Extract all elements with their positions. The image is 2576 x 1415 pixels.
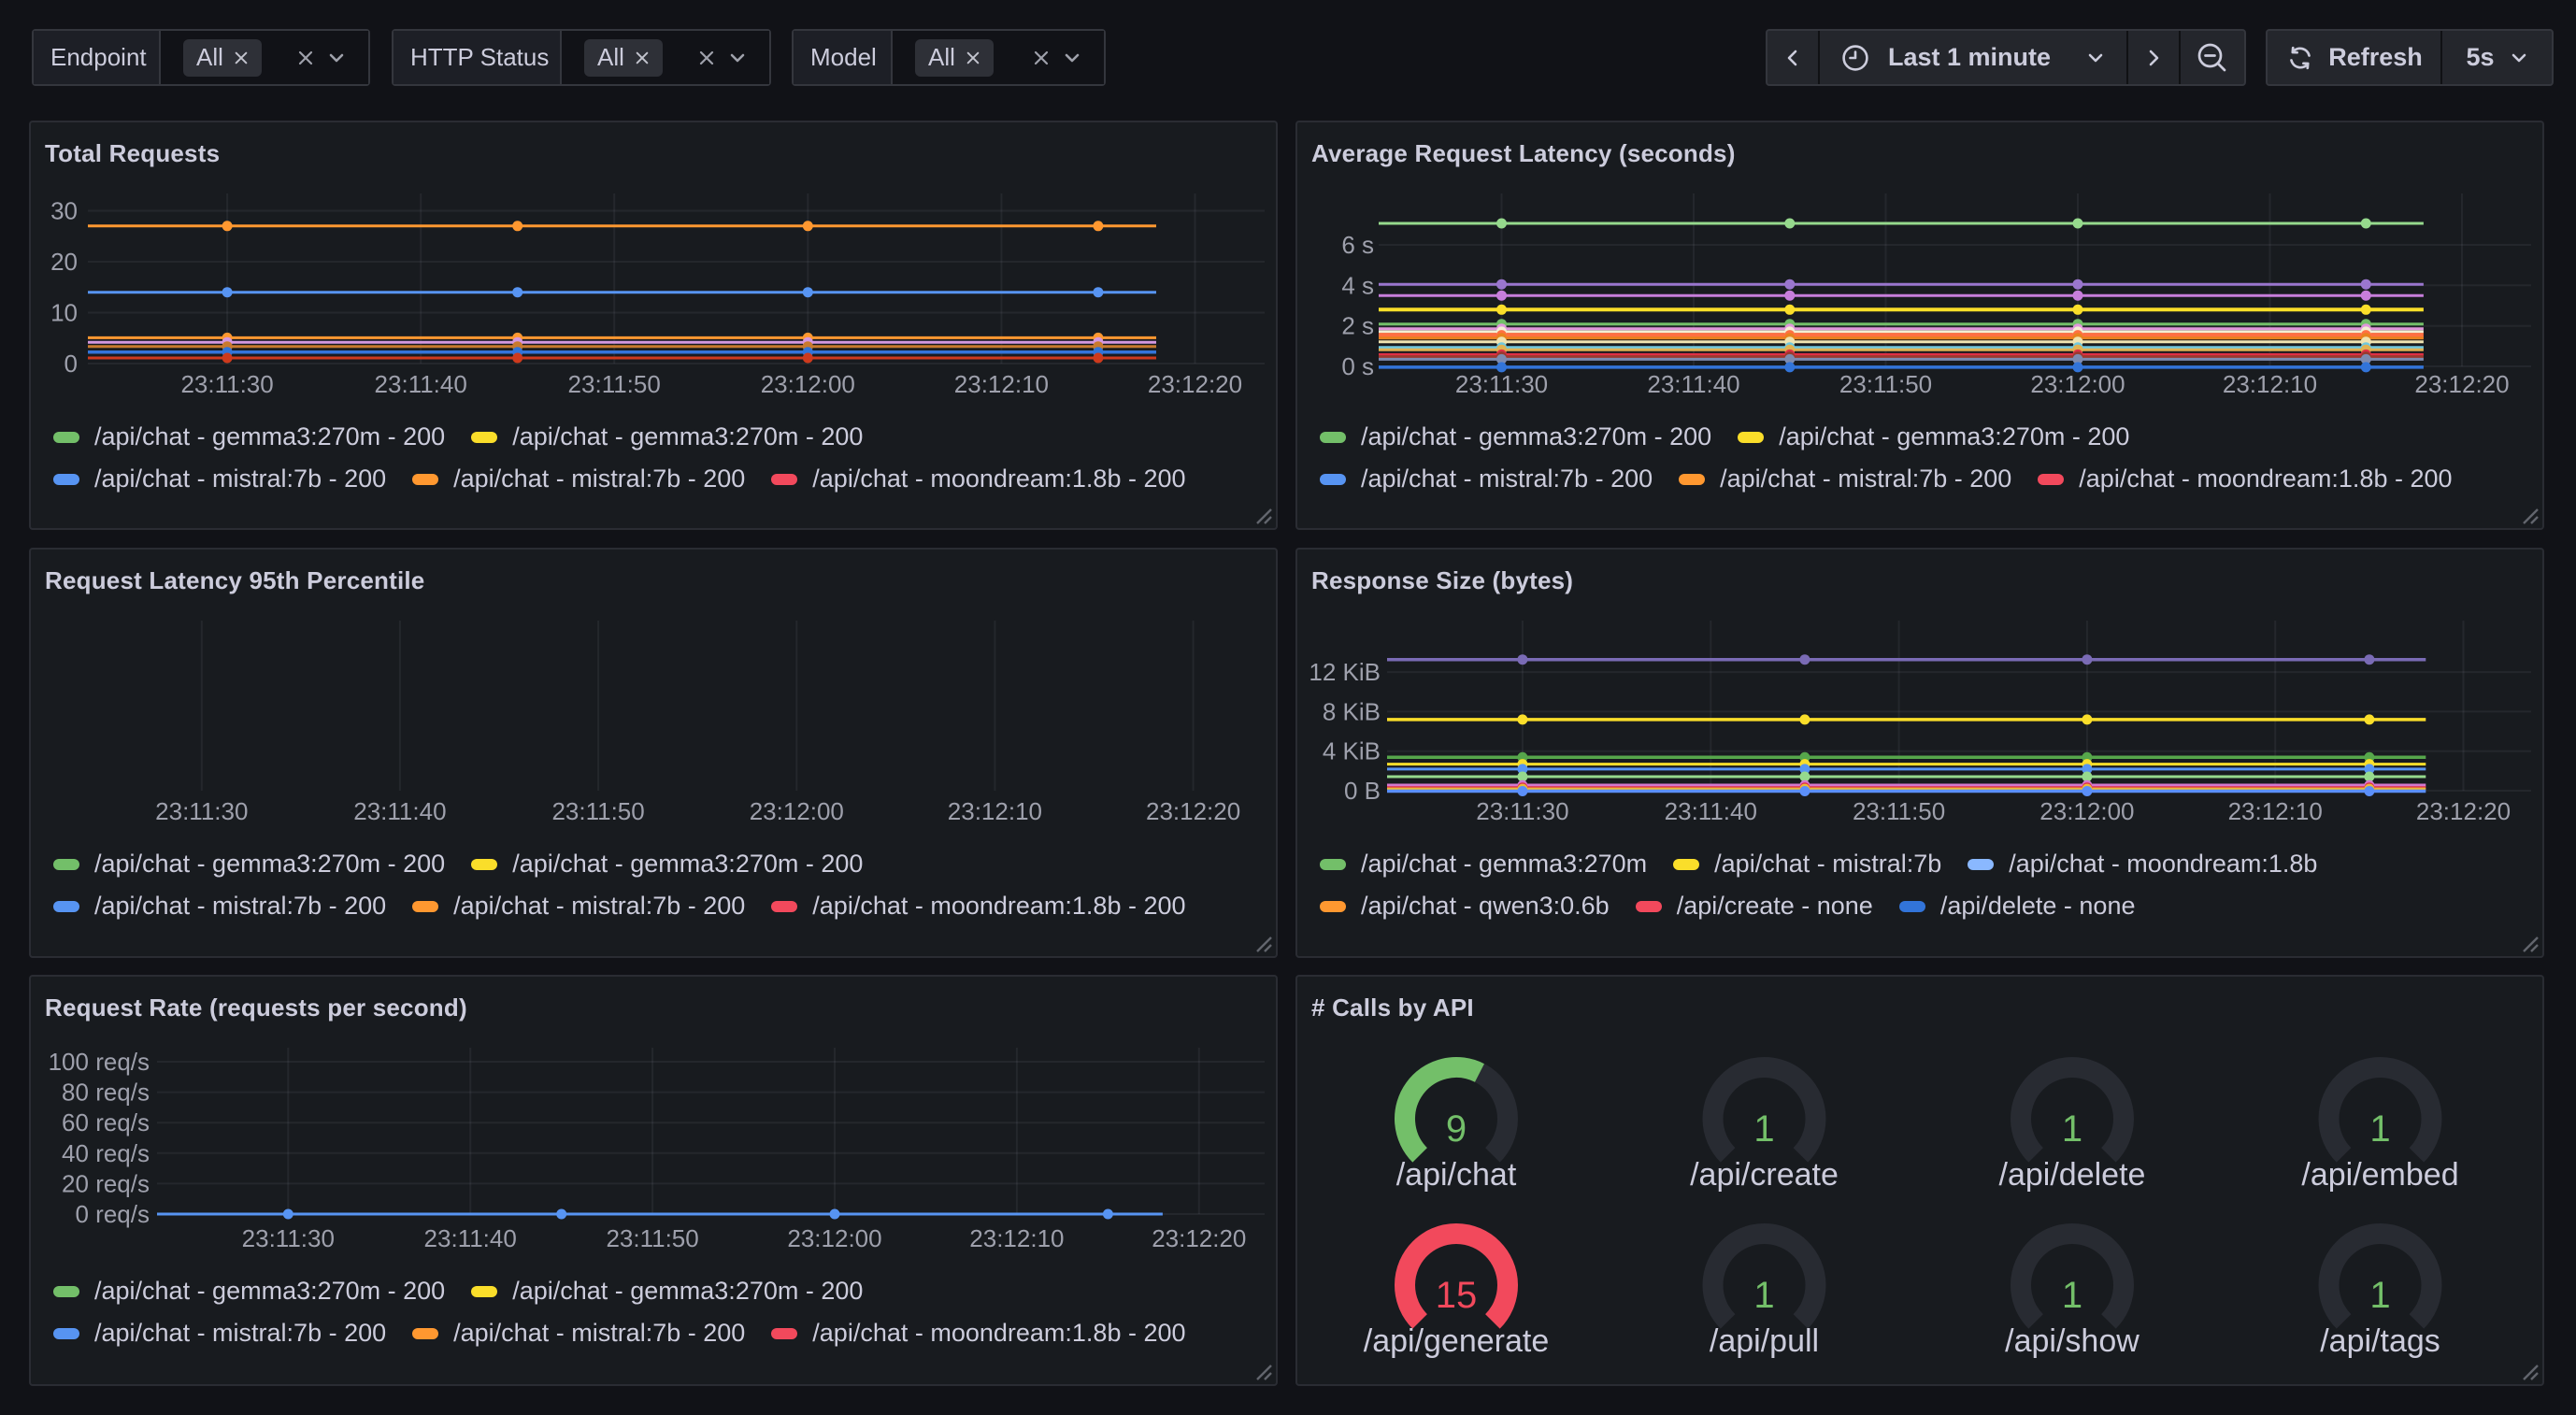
svg-text:23:11:50: 23:11:50 xyxy=(568,370,661,398)
svg-text:20 req/s: 20 req/s xyxy=(62,1169,150,1197)
svg-text:/api/show: /api/show xyxy=(2005,1323,2140,1359)
svg-text:23:11:30: 23:11:30 xyxy=(1455,370,1548,398)
svg-text:60 req/s: 60 req/s xyxy=(62,1108,150,1136)
svg-text:/api/chat: /api/chat xyxy=(1396,1157,1517,1193)
svg-text:6 s: 6 s xyxy=(1341,231,1374,259)
svg-text:23:11:30: 23:11:30 xyxy=(242,1224,335,1252)
svg-text:12 KiB: 12 KiB xyxy=(1309,658,1381,686)
svg-text:23:11:40: 23:11:40 xyxy=(1665,797,1757,825)
svg-text:23:11:40: 23:11:40 xyxy=(1647,370,1739,398)
svg-text:0 s: 0 s xyxy=(1341,352,1374,380)
svg-text:/api/delete: /api/delete xyxy=(1999,1157,2146,1193)
svg-text:23:12:20: 23:12:20 xyxy=(1152,1224,1246,1252)
svg-text:0 B: 0 B xyxy=(1344,777,1381,805)
svg-text:23:12:20: 23:12:20 xyxy=(2414,370,2509,398)
svg-text:1: 1 xyxy=(2062,1275,2082,1316)
svg-text:40 req/s: 40 req/s xyxy=(62,1139,150,1167)
svg-text:/api/create: /api/create xyxy=(1690,1157,1839,1193)
svg-text:23:11:40: 23:11:40 xyxy=(375,370,467,398)
svg-text:15: 15 xyxy=(1436,1275,1478,1316)
svg-text:1: 1 xyxy=(1753,1275,1774,1316)
svg-text:10: 10 xyxy=(50,299,78,327)
svg-text:23:12:00: 23:12:00 xyxy=(787,1224,881,1252)
svg-text:2 s: 2 s xyxy=(1341,312,1374,340)
svg-text:23:12:00: 23:12:00 xyxy=(2030,370,2125,398)
svg-text:23:11:50: 23:11:50 xyxy=(1853,797,1945,825)
svg-text:23:11:30: 23:11:30 xyxy=(180,370,273,398)
svg-text:100 req/s: 100 req/s xyxy=(49,1048,150,1076)
svg-text:4 KiB: 4 KiB xyxy=(1323,737,1381,765)
svg-text:23:11:40: 23:11:40 xyxy=(353,797,446,825)
svg-text:4 s: 4 s xyxy=(1341,271,1374,299)
svg-text:23:12:00: 23:12:00 xyxy=(750,797,844,825)
svg-text:23:11:50: 23:11:50 xyxy=(606,1224,698,1252)
svg-text:23:12:10: 23:12:10 xyxy=(2223,370,2317,398)
svg-text:/api/generate: /api/generate xyxy=(1364,1323,1550,1359)
svg-text:23:12:10: 23:12:10 xyxy=(969,1224,1064,1252)
svg-text:23:11:50: 23:11:50 xyxy=(551,797,644,825)
svg-text:1: 1 xyxy=(1753,1108,1774,1150)
svg-text:23:12:20: 23:12:20 xyxy=(1148,370,1242,398)
svg-text:/api/pull: /api/pull xyxy=(1710,1323,1819,1359)
svg-text:23:12:00: 23:12:00 xyxy=(2039,797,2134,825)
svg-text:0 req/s: 0 req/s xyxy=(76,1200,150,1228)
svg-text:1: 1 xyxy=(2369,1108,2390,1150)
svg-text:/api/tags: /api/tags xyxy=(2320,1323,2440,1359)
svg-text:23:12:00: 23:12:00 xyxy=(761,370,855,398)
svg-text:23:11:30: 23:11:30 xyxy=(1476,797,1568,825)
svg-text:23:12:20: 23:12:20 xyxy=(2416,797,2511,825)
svg-text:23:11:50: 23:11:50 xyxy=(1839,370,1932,398)
svg-text:1: 1 xyxy=(2369,1275,2390,1316)
svg-text:1: 1 xyxy=(2062,1108,2082,1150)
svg-text:23:11:40: 23:11:40 xyxy=(424,1224,517,1252)
svg-text:20: 20 xyxy=(50,248,78,276)
svg-text:23:12:10: 23:12:10 xyxy=(2228,797,2323,825)
svg-text:80 req/s: 80 req/s xyxy=(62,1079,150,1107)
svg-text:0: 0 xyxy=(64,350,78,378)
svg-text:30: 30 xyxy=(50,197,78,225)
svg-text:9: 9 xyxy=(1446,1108,1467,1150)
svg-text:23:12:10: 23:12:10 xyxy=(948,797,1042,825)
svg-text:23:11:30: 23:11:30 xyxy=(155,797,248,825)
svg-text:23:12:10: 23:12:10 xyxy=(954,370,1049,398)
svg-text:8 KiB: 8 KiB xyxy=(1323,697,1381,725)
svg-text:/api/embed: /api/embed xyxy=(2301,1157,2458,1193)
svg-text:23:12:20: 23:12:20 xyxy=(1146,797,1240,825)
